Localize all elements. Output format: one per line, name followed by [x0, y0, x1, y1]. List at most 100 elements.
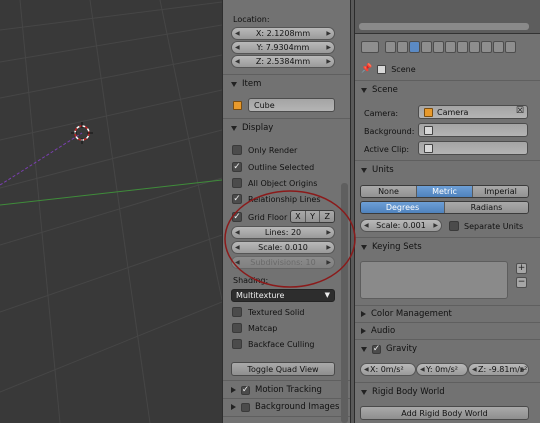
shading-value: Multitexture: [236, 291, 285, 300]
checkmark-icon: ✓: [232, 211, 242, 222]
only-render-checkbox[interactable]: Only Render: [232, 144, 297, 156]
gravity-y-value: Y: 0m/s²: [426, 365, 459, 374]
gravity-x-value: X: 0m/s²: [370, 365, 404, 374]
outline-selected-label: Outline Selected: [248, 162, 315, 172]
toggle-quad-view-button[interactable]: Toggle Quad View: [231, 362, 335, 376]
textured-solid-checkbox[interactable]: Textured Solid: [232, 306, 304, 318]
camera-field[interactable]: Camera ☒: [418, 105, 528, 119]
expand-icon: [231, 81, 237, 87]
outliner-scrollbar[interactable]: [359, 23, 529, 30]
keying-sets-panel-header[interactable]: Keying Sets: [361, 242, 422, 252]
background-scene-field[interactable]: [418, 123, 528, 137]
active-clip-label: Active Clip:: [364, 145, 410, 154]
item-panel-header[interactable]: Item: [231, 79, 261, 89]
matcap-checkbox[interactable]: Matcap: [232, 322, 277, 334]
checkmark-icon: ✓: [232, 161, 242, 172]
shading-label: Shading:: [233, 276, 269, 285]
data-tab-icon[interactable]: [469, 41, 480, 53]
scene-panel-header[interactable]: Scene: [361, 85, 398, 95]
camera-object-icon: [424, 107, 433, 117]
collapse-icon: [231, 387, 236, 393]
expand-icon: [361, 87, 367, 93]
grid-subdivisions-value: Subdivisions: 10: [250, 258, 316, 267]
unit-scale-field[interactable]: ◀ Scale: 0.001 ▶: [360, 219, 442, 232]
physics-tab-icon[interactable]: [505, 41, 516, 53]
axis-y-toggle[interactable]: Y: [305, 211, 321, 222]
expand-icon: [361, 167, 367, 173]
grid-scale-value: Scale: 0.010: [258, 243, 308, 252]
modifiers-tab-icon[interactable]: [457, 41, 468, 53]
grid-subdivisions-field[interactable]: ◀ Subdivisions: 10 ▶: [231, 256, 335, 269]
outline-selected-checkbox[interactable]: ✓ Outline Selected: [232, 161, 314, 173]
location-label: Location:: [233, 15, 270, 24]
add-rigid-body-world-button[interactable]: Add Rigid Body World: [360, 406, 529, 420]
clear-icon[interactable]: ☒: [516, 106, 524, 116]
checkbox-icon: [232, 145, 242, 155]
gravity-x-field[interactable]: ◀ X: 0m/s²: [360, 363, 416, 376]
audio-panel-header[interactable]: Audio: [361, 326, 395, 336]
expand-icon: [361, 389, 367, 395]
backface-culling-checkbox[interactable]: Backface Culling: [232, 338, 314, 350]
constraints-tab-icon[interactable]: [445, 41, 456, 53]
checkbox-icon: [232, 339, 242, 349]
gravity-panel-header[interactable]: ✓ Gravity: [361, 344, 417, 354]
relationship-lines-label: Relationship Lines: [248, 194, 321, 204]
grid-lines-field[interactable]: ◀ Lines: 20 ▶: [231, 226, 335, 239]
location-y-field[interactable]: ◀ Y: 7.9304mm ▶: [231, 41, 335, 54]
scene-header-label: Scene: [372, 85, 398, 95]
axis-x-toggle[interactable]: X: [291, 211, 306, 222]
backface-culling-label: Backface Culling: [248, 339, 315, 349]
location-z-field[interactable]: ◀ Z: 2.5384mm ▶: [231, 55, 335, 68]
gravity-y-field[interactable]: ◀ Y: 0m/s²: [416, 363, 468, 376]
rotation-radians-option[interactable]: Radians: [445, 202, 528, 213]
unit-imperial-option[interactable]: Imperial: [473, 186, 528, 197]
unit-metric-option[interactable]: Metric: [417, 186, 473, 197]
object-name-field[interactable]: Cube: [248, 98, 335, 112]
color-management-panel-header[interactable]: Color Management: [361, 309, 452, 319]
relationship-lines-checkbox[interactable]: ✓ Relationship Lines: [232, 193, 321, 205]
scene-icon: [424, 125, 433, 135]
grid-floor-checkbox[interactable]: ✓ Grid Floor: [232, 211, 287, 223]
collapse-icon: [361, 311, 366, 317]
object-tab-icon[interactable]: [433, 41, 444, 53]
axis-z-toggle[interactable]: Z: [320, 211, 334, 222]
display-panel-header[interactable]: Display: [231, 123, 273, 133]
render-tab-icon[interactable]: [385, 41, 396, 53]
all-object-origins-checkbox[interactable]: All Object Origins: [232, 177, 317, 189]
dropdown-arrow-icon: ▼: [324, 291, 330, 299]
checkmark-icon[interactable]: ✓: [241, 385, 250, 395]
location-y-value: Y: 7.9304mm: [256, 43, 310, 52]
3d-viewport[interactable]: [0, 0, 222, 423]
gravity-z-field[interactable]: ◀ Z: -9.81m/s² ▶: [468, 363, 529, 376]
keying-sets-list[interactable]: [360, 261, 508, 299]
expand-icon: [361, 244, 367, 250]
motion-tracking-panel-header[interactable]: ✓ Motion Tracking: [231, 385, 322, 395]
world-tab-icon[interactable]: [421, 41, 432, 53]
location-x-field[interactable]: ◀ X: 2.1208mm ▶: [231, 27, 335, 40]
units-panel-header[interactable]: Units: [361, 165, 394, 175]
breadcrumb-label: Scene: [391, 64, 416, 74]
unit-none-option[interactable]: None: [361, 186, 417, 197]
separate-units-checkbox[interactable]: Separate Units: [449, 220, 523, 232]
checkbox-icon[interactable]: [241, 402, 250, 412]
expand-icon: [231, 125, 237, 131]
texture-tab-icon[interactable]: [493, 41, 504, 53]
background-images-panel-header[interactable]: Background Images: [231, 402, 339, 412]
render-layers-tab-icon[interactable]: [397, 41, 408, 53]
checkbox-icon: [449, 221, 459, 231]
audio-label: Audio: [371, 326, 396, 336]
rigid-body-world-panel-header[interactable]: Rigid Body World: [361, 387, 445, 397]
properties-editor: 📌 Scene Scene Camera: Camera ☒ Background:…: [355, 0, 540, 423]
grid-scale-field[interactable]: ◀ Scale: 0.010 ▶: [231, 241, 335, 254]
material-tab-icon[interactable]: [481, 41, 492, 53]
add-keying-set-button[interactable]: +: [516, 263, 527, 274]
active-clip-field[interactable]: [418, 141, 528, 155]
editor-type-icon[interactable]: [361, 41, 379, 53]
scene-tab-icon[interactable]: [409, 41, 420, 53]
shelf-scrollbar[interactable]: [341, 183, 348, 423]
pin-icon[interactable]: 📌: [361, 64, 372, 74]
checkmark-icon[interactable]: ✓: [372, 344, 381, 354]
remove-keying-set-button[interactable]: −: [516, 277, 527, 288]
shading-dropdown[interactable]: Multitexture ▼: [231, 289, 335, 302]
rotation-degrees-option[interactable]: Degrees: [361, 202, 445, 213]
